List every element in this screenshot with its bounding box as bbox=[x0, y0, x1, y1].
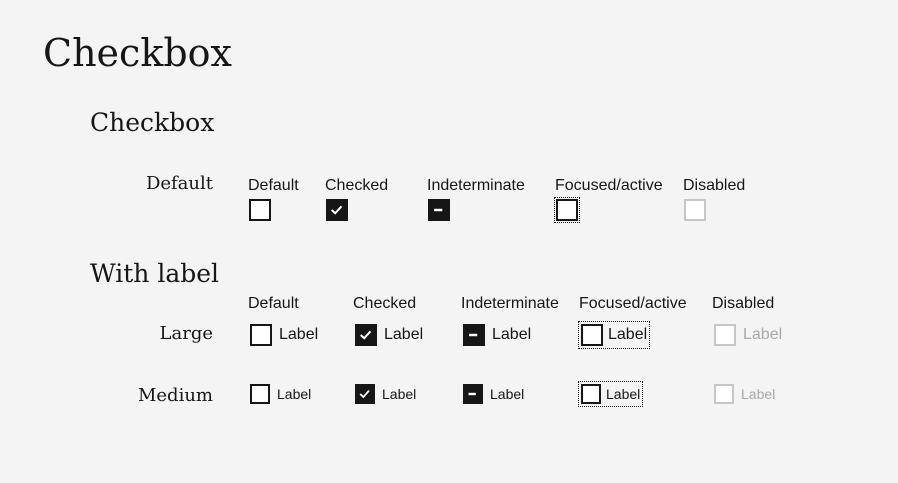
checkbox-large-checked[interactable]: Label bbox=[355, 324, 423, 346]
checkbox-default[interactable] bbox=[249, 199, 271, 221]
checkbox-label: Label bbox=[606, 386, 641, 402]
checkbox-medium-disabled: Label bbox=[714, 384, 775, 404]
label-column-header-focused: Focused/active bbox=[579, 295, 687, 312]
column-header-default: Default bbox=[248, 177, 299, 194]
checkbox-label: Label bbox=[741, 386, 776, 402]
checkbox-medium-focused[interactable]: Label bbox=[577, 381, 644, 407]
minus-icon bbox=[434, 208, 443, 212]
row-label-medium: Medium bbox=[137, 385, 213, 406]
checkbox-box[interactable] bbox=[581, 324, 603, 346]
row-label-default: Default bbox=[145, 173, 213, 194]
checkmark-icon bbox=[331, 205, 343, 215]
checkbox-large-disabled: Label bbox=[714, 324, 782, 346]
label-column-header-checked: Checked bbox=[353, 295, 417, 312]
checkbox-medium-indeterminate[interactable]: Label bbox=[463, 384, 524, 404]
checkbox-large-default[interactable]: Label bbox=[250, 324, 318, 346]
label-column-header-disabled: Disabled bbox=[712, 295, 775, 312]
checkbox-label: Label bbox=[382, 386, 417, 402]
checkbox-label: Label bbox=[279, 326, 319, 343]
checkbox-box[interactable] bbox=[355, 384, 375, 404]
column-header-indeterminate: Indeterminate bbox=[427, 177, 525, 194]
checkbox-large-indeterminate[interactable]: Label bbox=[463, 324, 531, 346]
page-title: Checkbox bbox=[43, 31, 232, 75]
checkbox-label: Label bbox=[608, 326, 648, 343]
checkbox-label: Label bbox=[490, 386, 525, 402]
checkbox-box[interactable] bbox=[463, 324, 485, 346]
minus-icon bbox=[469, 333, 478, 337]
checkmark-icon bbox=[359, 390, 370, 399]
label-column-header-indeterminate: Indeterminate bbox=[461, 295, 559, 312]
column-header-disabled: Disabled bbox=[683, 177, 746, 194]
checkbox-label: Label bbox=[277, 386, 312, 402]
checkbox-box[interactable] bbox=[250, 384, 270, 404]
checkbox-medium-default[interactable]: Label bbox=[250, 384, 311, 404]
checkbox-indeterminate[interactable] bbox=[428, 199, 450, 221]
checkbox-box[interactable] bbox=[581, 384, 601, 404]
checkbox-disabled bbox=[684, 199, 706, 221]
column-header-checked: Checked bbox=[325, 177, 389, 194]
checkbox-label: Label bbox=[384, 326, 424, 343]
label-column-header-default: Default bbox=[248, 295, 299, 312]
checkbox-label: Label bbox=[492, 326, 532, 343]
row-label-large: Large bbox=[159, 323, 213, 344]
checkbox-checked[interactable] bbox=[326, 199, 348, 221]
checkbox-large-focused[interactable]: Label bbox=[577, 321, 651, 349]
minus-icon bbox=[468, 392, 476, 396]
section-title-with-label: With label bbox=[90, 259, 220, 288]
checkmark-icon bbox=[360, 330, 372, 340]
checkbox-label: Label bbox=[743, 326, 783, 343]
checkbox-medium-checked[interactable]: Label bbox=[355, 384, 416, 404]
column-header-focused: Focused/active bbox=[555, 177, 663, 194]
checkbox-focused[interactable] bbox=[554, 197, 580, 223]
checkbox-box[interactable] bbox=[250, 324, 272, 346]
checkbox-box bbox=[714, 324, 736, 346]
section-title-checkbox: Checkbox bbox=[90, 108, 215, 137]
checkbox-box[interactable] bbox=[463, 384, 483, 404]
checkbox-box bbox=[714, 384, 734, 404]
checkbox-box[interactable] bbox=[355, 324, 377, 346]
